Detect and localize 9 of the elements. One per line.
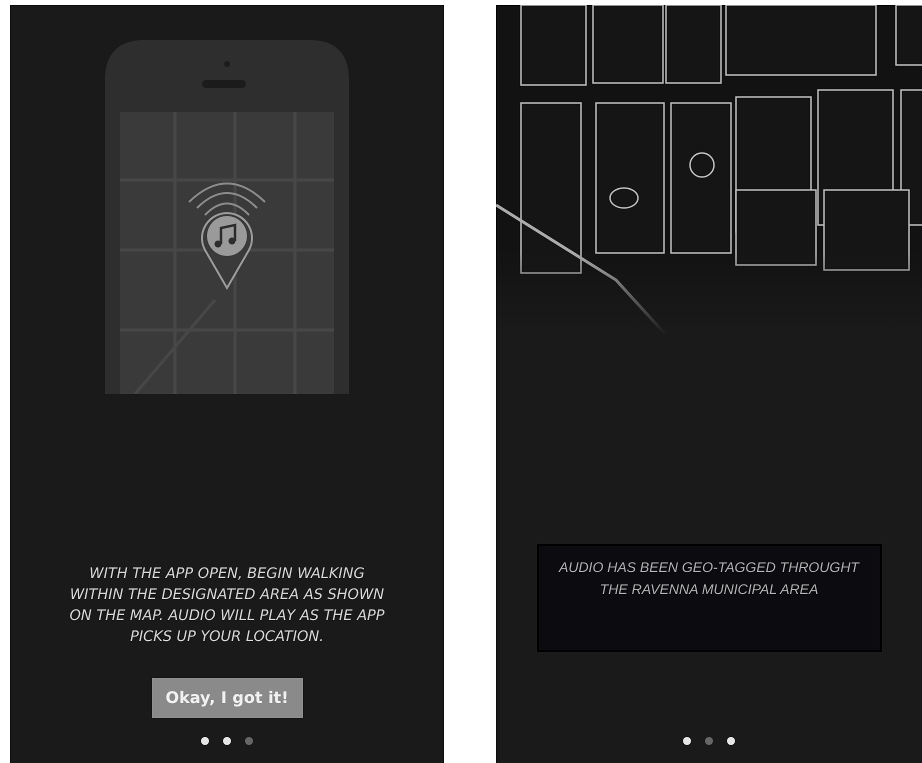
confirm-button[interactable]: Okay, I got it! (152, 678, 302, 718)
instruction-text: WITH THE APP OPEN, BEGIN WALKING WITHIN THE DESIGNATED AREA AS SHOWN ON THE MAP. AUDIO WILL PLAY AS THE APP PICKS UP YOUR LOCATION. (68, 565, 386, 647)
page-dot[interactable] (245, 737, 253, 745)
page-dot[interactable] (705, 737, 713, 745)
page-dot[interactable] (223, 737, 231, 745)
page-dot[interactable] (201, 737, 209, 745)
page-dot[interactable] (683, 737, 691, 745)
page-dot[interactable] (727, 737, 735, 745)
message-box: AUDIO HAS BEEN GEO-TAGGED THROUGHT THE RAVENNA MUNICIPAL AREA (536, 544, 882, 652)
